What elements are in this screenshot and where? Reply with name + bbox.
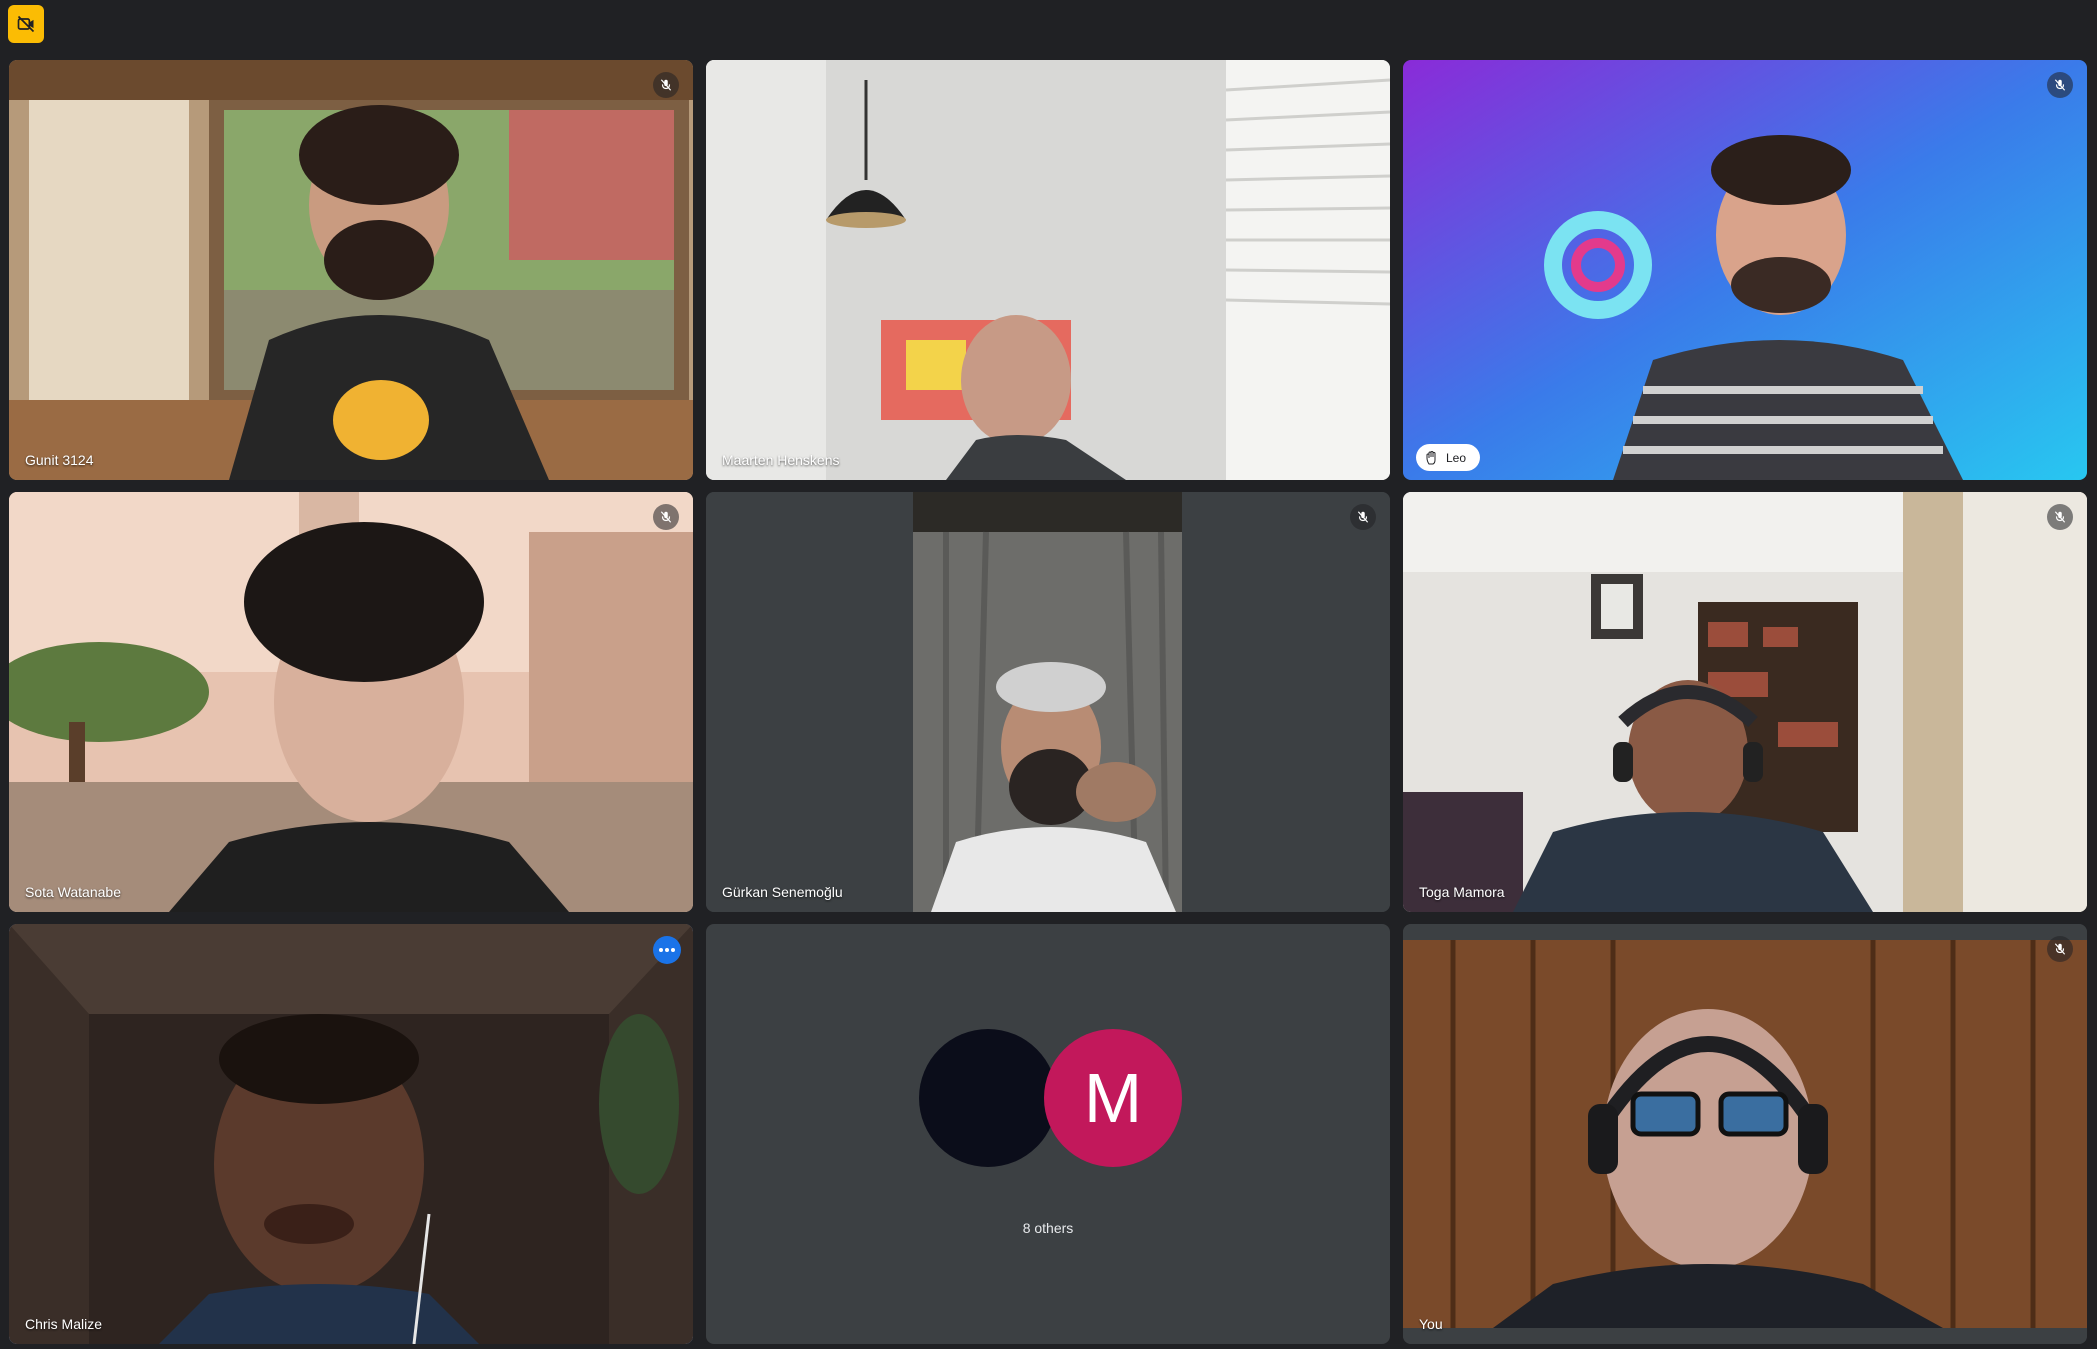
- camera-off-badge[interactable]: [8, 5, 44, 43]
- mic-off-icon: [1350, 504, 1376, 530]
- mic-off-icon: [2047, 504, 2073, 530]
- participant-name: Toga Mamora: [1419, 884, 1505, 900]
- participant-grid: Gunit 3124 Maarten Henskens Leo Sota Wat…: [9, 60, 2088, 1344]
- participant-tile[interactable]: Leo: [1403, 60, 2087, 480]
- mic-off-icon: [2047, 72, 2073, 98]
- raised-hand-icon: [1426, 450, 1436, 464]
- participant-name: Gunit 3124: [25, 452, 94, 468]
- participant-video: [9, 924, 693, 1344]
- raised-hand-chip: Leo: [1416, 444, 1481, 471]
- participant-video: [1403, 924, 2087, 1344]
- participant-name: Chris Malize: [25, 1316, 103, 1332]
- others-avatar-dark: [919, 1029, 1057, 1167]
- no-camera-icon: [17, 15, 35, 33]
- participant-name: Maarten Henskens: [722, 452, 840, 468]
- participant-tile[interactable]: Toga Mamora: [1403, 492, 2087, 912]
- participant-video: [706, 60, 1390, 480]
- participant-name: You: [1419, 1316, 1443, 1332]
- participant-tile-self[interactable]: You: [1403, 924, 2087, 1344]
- top-bar: [0, 0, 2097, 56]
- participant-tile[interactable]: Gürkan Senemoğlu: [706, 492, 1390, 912]
- mic-off-icon: [2047, 936, 2073, 962]
- mic-off-icon: [653, 72, 679, 98]
- participant-video: [9, 492, 693, 912]
- participant-name: Gürkan Senemoğlu: [722, 884, 843, 900]
- more-options-icon: [659, 948, 675, 952]
- participant-tile-active[interactable]: Chris Malize: [9, 924, 693, 1344]
- mic-off-icon: [653, 504, 679, 530]
- participant-tile[interactable]: Sota Watanabe: [9, 492, 693, 912]
- participant-name: Leo: [1446, 450, 1467, 465]
- others-tile[interactable]: M 8 others: [706, 924, 1390, 1344]
- participant-video: [1403, 492, 2087, 912]
- participant-name: Sota Watanabe: [25, 884, 121, 900]
- others-count-label: 8 others: [1022, 1220, 1074, 1236]
- others-avatar-m: M: [1044, 1029, 1182, 1167]
- more-options-button[interactable]: [653, 936, 681, 964]
- participant-video: [1403, 60, 2087, 480]
- participant-video: [9, 60, 693, 480]
- participant-tile[interactable]: Gunit 3124: [9, 60, 693, 480]
- participant-video: [706, 492, 1390, 912]
- participant-tile[interactable]: Maarten Henskens: [706, 60, 1390, 480]
